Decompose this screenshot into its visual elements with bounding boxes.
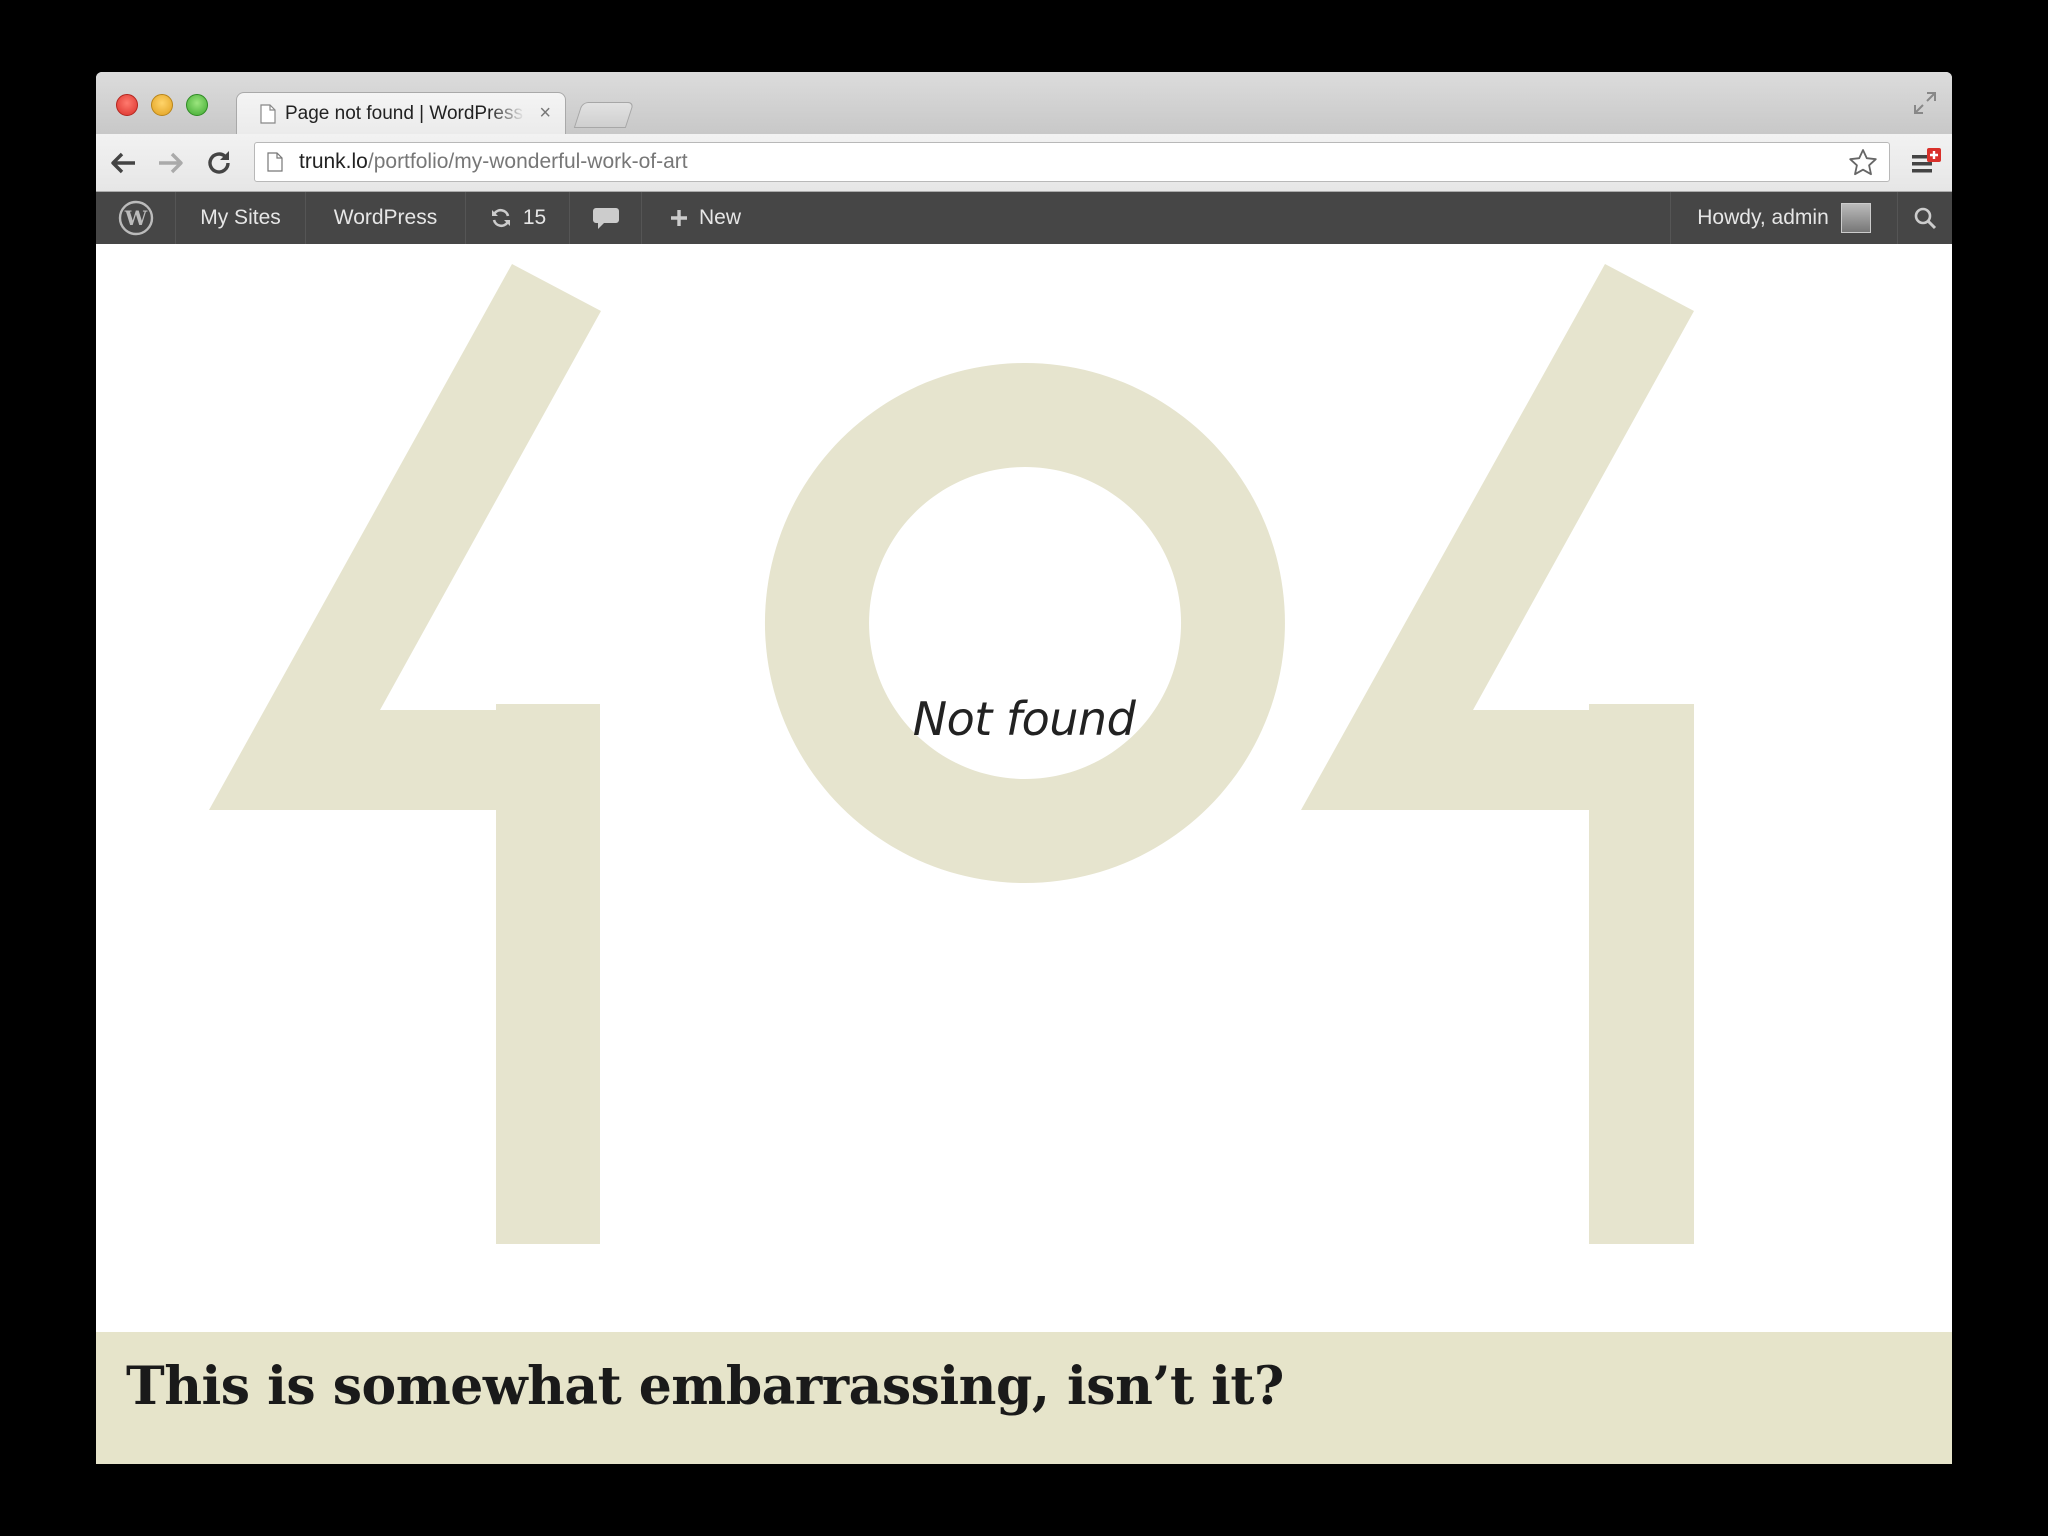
new-content-menu[interactable]: New bbox=[642, 192, 768, 244]
window-close-button[interactable] bbox=[116, 94, 138, 116]
howdy-text: Howdy, admin bbox=[1697, 206, 1829, 229]
url-domain: trunk.lo bbox=[299, 150, 368, 173]
tab-strip: Page not found | WordPress × bbox=[96, 72, 1952, 134]
forward-button[interactable] bbox=[154, 146, 188, 180]
reload-button[interactable] bbox=[202, 146, 236, 180]
search-icon[interactable] bbox=[1898, 192, 1952, 244]
back-button[interactable] bbox=[106, 146, 140, 180]
page-icon bbox=[267, 150, 289, 174]
new-tab-button[interactable] bbox=[573, 102, 635, 128]
digit-four-right bbox=[1301, 264, 1694, 1244]
comments-menu[interactable] bbox=[570, 192, 642, 244]
account-menu[interactable]: Howdy, admin bbox=[1670, 192, 1898, 244]
url-path: /portfolio/my-wonderful-work-of-art bbox=[367, 150, 688, 173]
refresh-icon bbox=[491, 208, 510, 228]
bookmark-star-icon[interactable] bbox=[1847, 147, 1879, 179]
tab-title: Page not found | WordPress bbox=[285, 102, 524, 124]
browser-menu-icon[interactable] bbox=[1910, 146, 1944, 180]
page-content: Not found This is somewhat embarrassing,… bbox=[96, 244, 1952, 1464]
window-minimize-button[interactable] bbox=[151, 94, 173, 116]
site-name-menu[interactable]: WordPress bbox=[306, 192, 466, 244]
avatar bbox=[1840, 203, 1871, 233]
plus-icon bbox=[670, 210, 687, 226]
comment-bubble-icon bbox=[592, 208, 619, 229]
digit-zero bbox=[764, 363, 1285, 883]
svg-text:W: W bbox=[123, 206, 147, 230]
browser-toolbar: trunk.lo/portfolio/my-wonderful-work-of-… bbox=[96, 134, 1952, 192]
not-found-label: Not found bbox=[912, 692, 1136, 746]
fullscreen-icon[interactable] bbox=[1912, 90, 1938, 116]
window-zoom-button[interactable] bbox=[186, 94, 208, 116]
updates-count: 15 bbox=[522, 206, 547, 229]
page-heading: This is somewhat embarrassing, isn’t it? bbox=[126, 1356, 1284, 1417]
wp-admin-bar: W My Sites WordPress 15 New Howdy, admin bbox=[96, 192, 1952, 244]
footer-band: This is somewhat embarrassing, isn’t it? bbox=[96, 1332, 1952, 1464]
my-sites-menu[interactable]: My Sites bbox=[176, 192, 306, 244]
browser-window: Page not found | WordPress × trunk.lo/po… bbox=[96, 72, 1952, 1464]
page-icon bbox=[257, 103, 279, 125]
digit-four-left bbox=[209, 264, 601, 1244]
close-icon[interactable]: × bbox=[539, 102, 551, 125]
updates-menu[interactable]: 15 bbox=[466, 192, 570, 244]
url-text: trunk.lo/portfolio/my-wonderful-work-of-… bbox=[299, 150, 688, 174]
new-label: New bbox=[698, 206, 741, 229]
address-bar[interactable]: trunk.lo/portfolio/my-wonderful-work-of-… bbox=[254, 142, 1890, 182]
wordpress-logo-icon[interactable]: W bbox=[96, 192, 176, 244]
tab-page-not-found[interactable]: Page not found | WordPress × bbox=[236, 92, 566, 134]
